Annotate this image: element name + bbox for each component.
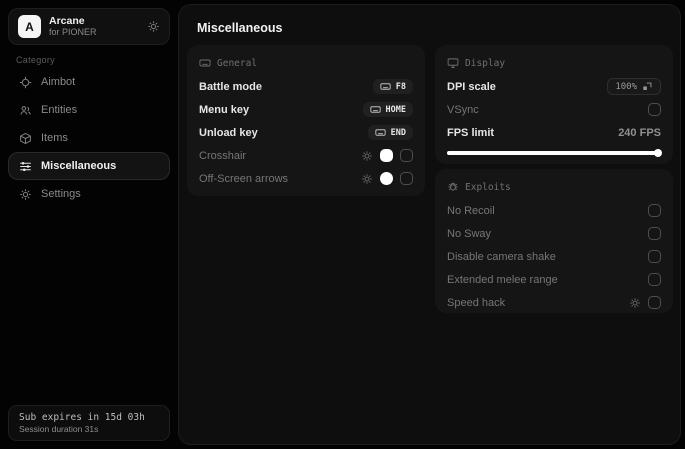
dpi-scale-label: DPI scale: [447, 80, 496, 93]
keyboard-icon: [380, 81, 391, 92]
speed-hack-checkbox[interactable]: [648, 296, 661, 309]
no-recoil-checkbox[interactable]: [648, 204, 661, 217]
fps-limit-row: FPS limit 240 FPS: [447, 121, 661, 144]
app-window: A Arcane for PIONER Category Aimbot Enti…: [0, 0, 685, 449]
page-title: Miscellaneous: [197, 21, 283, 35]
extended-melee-range-checkbox[interactable]: [648, 273, 661, 286]
crosshair-checkbox[interactable]: [400, 149, 413, 162]
disable-camera-shake-row: Disable camera shake: [447, 245, 661, 268]
fps-slider-fill: [447, 149, 662, 157]
monitor-icon: [447, 57, 459, 69]
dpi-scale-value: 100%: [615, 81, 637, 92]
session-duration-text: Session duration 31s: [19, 424, 99, 434]
battle-mode-keybind[interactable]: F8: [372, 79, 413, 94]
gear-icon[interactable]: [147, 20, 160, 33]
brand-initial: A: [25, 19, 34, 34]
dpi-scale-row: DPI scale 100%: [447, 75, 661, 98]
exploits-panel: Exploits No Recoil No Sway Disable camer…: [435, 169, 673, 313]
disable-camera-shake-checkbox[interactable]: [648, 250, 661, 263]
no-sway-checkbox[interactable]: [648, 227, 661, 240]
general-panel: General Battle mode F8 Menu key HOME Unl…: [187, 45, 425, 196]
gear-icon[interactable]: [361, 150, 373, 162]
sidebar-item-label: Aimbot: [41, 76, 76, 88]
exploits-panel-header: Exploits: [447, 179, 661, 195]
slider-knob[interactable]: [654, 149, 662, 157]
sub-expiry-text: Sub expires in 15d 03h: [19, 412, 145, 423]
keyboard-icon: [374, 127, 386, 138]
gear-icon[interactable]: [629, 297, 641, 309]
extended-melee-range-label: Extended melee range: [447, 273, 558, 286]
brand-name: Arcane: [49, 15, 85, 27]
no-recoil-row: No Recoil: [447, 199, 661, 222]
offscreen-arrows-checkbox[interactable]: [400, 172, 413, 185]
keyboard-icon: [199, 57, 211, 69]
sidebar-item-entities[interactable]: Entities: [8, 96, 170, 124]
no-sway-row: No Sway: [447, 222, 661, 245]
offscreen-arrows-row: Off-Screen arrows: [199, 167, 413, 190]
fps-limit-slider[interactable]: [447, 148, 662, 158]
offscreen-arrows-label: Off-Screen arrows: [199, 172, 289, 185]
display-panel-title: Display: [465, 57, 506, 69]
sidebar-item-label: Settings: [41, 188, 81, 200]
brand-subtitle: for PIONER: [49, 27, 97, 37]
vsync-row: VSync: [447, 98, 661, 121]
gear-icon[interactable]: [361, 173, 373, 185]
battle-mode-row: Battle mode F8: [199, 75, 413, 98]
subscription-info-card: Sub expires in 15d 03h Session duration …: [8, 405, 170, 441]
disable-camera-shake-label: Disable camera shake: [447, 250, 556, 263]
sidebar-nav: Aimbot Entities Items Miscellaneous Sett…: [8, 68, 170, 208]
general-panel-header: General: [199, 55, 413, 71]
sidebar-item-miscellaneous[interactable]: Miscellaneous: [8, 152, 170, 180]
category-label: Category: [16, 55, 55, 65]
speed-hack-row: Speed hack: [447, 291, 661, 314]
menu-key-keybind[interactable]: HOME: [362, 102, 413, 117]
brand-card: A Arcane for PIONER: [8, 8, 170, 45]
crosshair-row: Crosshair: [199, 144, 413, 167]
sidebar-item-label: Miscellaneous: [41, 160, 117, 172]
brand-text: Arcane for PIONER: [49, 15, 147, 38]
crosshair-icon: [19, 76, 32, 89]
no-recoil-label: No Recoil: [447, 204, 495, 217]
vsync-label: VSync: [447, 103, 479, 116]
unload-key-row: Unload key END: [199, 121, 413, 144]
gear-icon: [19, 188, 32, 201]
unload-key-key: END: [390, 127, 406, 138]
unload-key-keybind[interactable]: END: [367, 125, 413, 140]
battle-mode-key: F8: [395, 81, 406, 92]
main-content: Miscellaneous General Battle mode F8 Men…: [178, 4, 681, 445]
sidebar-item-settings[interactable]: Settings: [8, 180, 170, 208]
general-panel-title: General: [217, 57, 258, 69]
entities-icon: [19, 104, 32, 117]
display-panel: Display DPI scale 100% VSync FPS limit 2…: [435, 45, 673, 164]
menu-key-key: HOME: [385, 104, 406, 115]
sidebar-item-aimbot[interactable]: Aimbot: [8, 68, 170, 96]
scale-icon: [642, 81, 653, 92]
offscreen-arrows-color-swatch[interactable]: [380, 172, 393, 185]
speed-hack-label: Speed hack: [447, 296, 506, 309]
display-panel-header: Display: [447, 55, 661, 71]
vsync-checkbox[interactable]: [648, 103, 661, 116]
sidebar-item-label: Items: [41, 132, 68, 144]
battle-mode-label: Battle mode: [199, 80, 262, 93]
crosshair-color-swatch[interactable]: [380, 149, 393, 162]
unload-key-label: Unload key: [199, 126, 258, 139]
crosshair-label: Crosshair: [199, 149, 247, 162]
brand-logo: A: [18, 15, 41, 38]
sidebar-item-items[interactable]: Items: [8, 124, 170, 152]
sliders-icon: [19, 160, 32, 173]
fps-limit-label: FPS limit: [447, 126, 495, 139]
extended-melee-range-row: Extended melee range: [447, 268, 661, 291]
exploits-panel-title: Exploits: [465, 181, 511, 193]
fps-limit-value: 240 FPS: [618, 126, 661, 139]
menu-key-row: Menu key HOME: [199, 98, 413, 121]
dpi-scale-select[interactable]: 100%: [607, 78, 661, 95]
bug-icon: [447, 181, 459, 193]
cube-icon: [19, 132, 32, 145]
menu-key-label: Menu key: [199, 103, 250, 116]
keyboard-icon: [369, 104, 381, 115]
sidebar-item-label: Entities: [41, 104, 78, 116]
slider-track: [447, 149, 662, 157]
sidebar: A Arcane for PIONER Category Aimbot Enti…: [0, 0, 176, 449]
no-sway-label: No Sway: [447, 227, 492, 240]
